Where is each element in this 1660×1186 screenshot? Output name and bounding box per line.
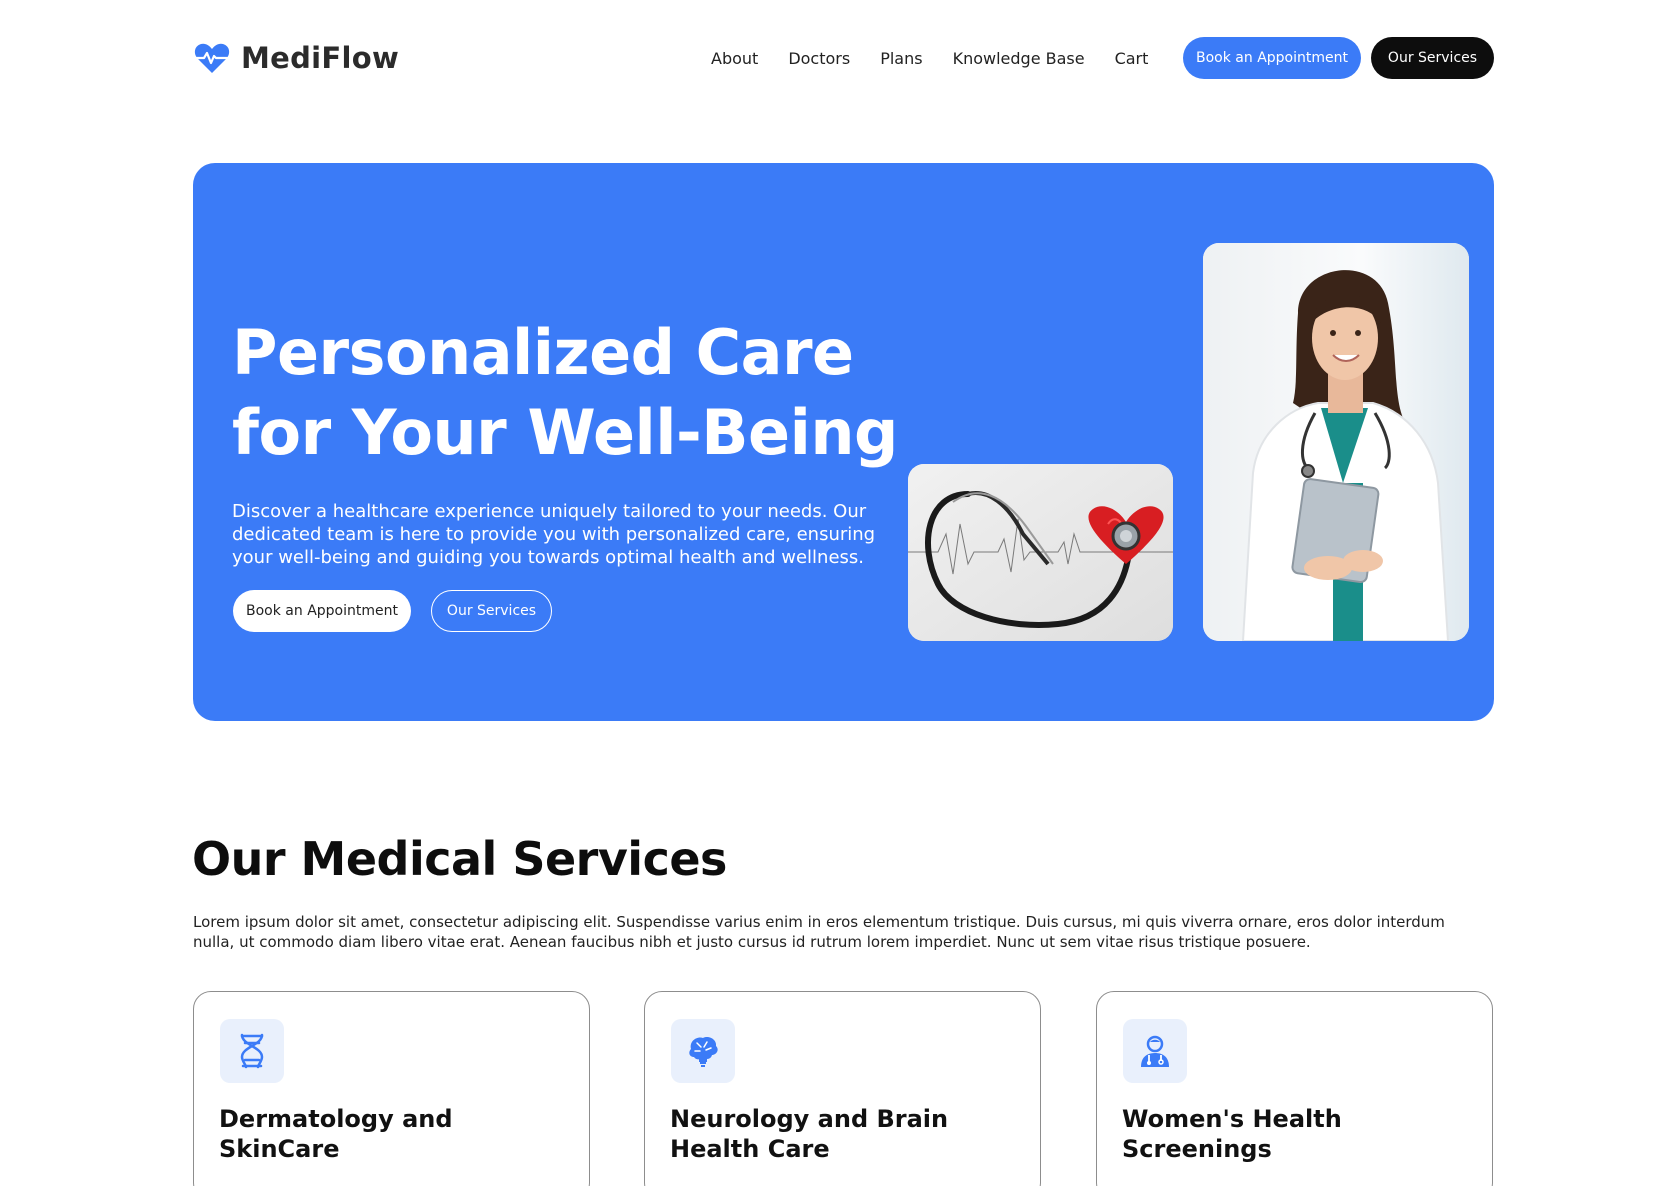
logo[interactable]: MediFlow <box>192 36 400 80</box>
nav-item-cart[interactable]: Cart <box>1115 49 1149 68</box>
nav-item-knowledge-base[interactable]: Knowledge Base <box>953 49 1085 68</box>
doctor-icon <box>1123 1019 1187 1083</box>
nav-item-about[interactable]: About <box>711 49 758 68</box>
hero-our-services-button[interactable]: Our Services <box>431 590 552 632</box>
header-our-services-button[interactable]: Our Services <box>1371 37 1494 79</box>
doctor-portrait-image <box>1203 243 1469 641</box>
service-card-title: Dermatology and SkinCare <box>219 1105 453 1163</box>
brain-icon <box>671 1019 735 1083</box>
services-description: Lorem ipsum dolor sit amet, consectetur … <box>193 913 1445 951</box>
service-card-neurology[interactable]: Neurology and Brain Health Care <box>644 991 1041 1186</box>
site-header: MediFlow About Doctors Plans Knowledge B… <box>192 36 1494 80</box>
service-card-title: Neurology and Brain Health Care <box>670 1105 949 1163</box>
heart-pulse-icon <box>192 39 232 77</box>
hero-title: Personalized Care for Your Well-Being <box>232 316 898 469</box>
service-card-dermatology[interactable]: Dermatology and SkinCare <box>193 991 590 1186</box>
hero-book-appointment-button[interactable]: Book an Appointment <box>233 590 411 632</box>
hero-banner: Personalized Care for Your Well-Being Di… <box>193 163 1494 721</box>
nav-item-plans[interactable]: Plans <box>880 49 922 68</box>
brand-name: MediFlow <box>241 41 400 75</box>
service-card-womens-health[interactable]: Women's Health Screenings <box>1096 991 1493 1186</box>
header-book-appointment-button[interactable]: Book an Appointment <box>1183 37 1361 79</box>
stethoscope-heart-image <box>908 464 1173 641</box>
services-title: Our Medical Services <box>192 832 727 886</box>
main-nav: About Doctors Plans Knowledge Base Cart <box>711 36 1148 80</box>
hero-description: Discover a healthcare experience uniquel… <box>232 501 876 568</box>
service-card-title: Women's Health Screenings <box>1122 1105 1342 1163</box>
nav-item-doctors[interactable]: Doctors <box>788 49 850 68</box>
dna-icon <box>220 1019 284 1083</box>
